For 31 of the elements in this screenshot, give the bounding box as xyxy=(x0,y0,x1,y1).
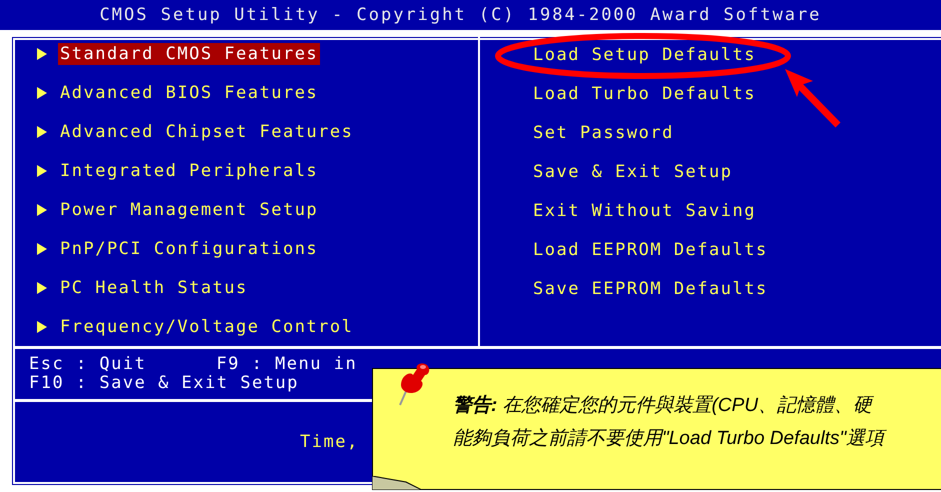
menu-item[interactable]: Save & Exit Setup xyxy=(531,160,734,182)
arrow-icon xyxy=(37,126,47,138)
title-bar: CMOS Setup Utility - Copyright (C) 1984-2000 Award Software xyxy=(0,0,941,30)
arrow-icon xyxy=(37,165,47,178)
menu-item[interactable]: Load Turbo Defaults xyxy=(531,82,758,104)
arrow-icon xyxy=(37,242,47,255)
menu-item[interactable]: Set Password xyxy=(531,122,676,144)
menu-item[interactable]: Exit Without Saving xyxy=(531,200,758,222)
status-text: Time, xyxy=(300,432,359,452)
menu-item[interactable]: PnP/PCI Configurations xyxy=(58,238,320,260)
annotation-arrow xyxy=(785,69,840,128)
menu-item[interactable]: Standard CMOS Features xyxy=(58,43,320,66)
menu-item[interactable]: Save EEPROM Defaults xyxy=(531,278,770,300)
menu-item[interactable]: Frequency/Voltage Control xyxy=(58,316,356,338)
note-text: 警告: 在您確定您的元件與裝置(CPU、記憶體、硬 xyxy=(453,394,875,418)
menu-item[interactable]: Integrated Peripherals xyxy=(58,160,320,182)
menu-item[interactable]: PC Health Status xyxy=(58,276,250,299)
menu-item[interactable]: Advanced BIOS Features xyxy=(58,82,320,104)
arrow-icon xyxy=(37,320,47,333)
menu-item[interactable]: Power Management Setup xyxy=(58,198,320,221)
key-hint: Esc : Quit xyxy=(29,355,146,374)
menu-item[interactable]: Load Setup Defaults xyxy=(531,44,758,66)
note-text: 能夠負荷之前請不要使用"Load Turbo Defaults"選項 xyxy=(453,422,941,455)
key-hint: F9 : Menu in xyxy=(216,355,358,374)
arrow-icon xyxy=(37,282,47,294)
arrow-icon xyxy=(37,204,47,216)
menu-item[interactable]: Advanced Chipset Features xyxy=(58,121,356,144)
arrow-icon xyxy=(37,87,47,100)
menu-item[interactable]: Load EEPROM Defaults xyxy=(531,238,770,260)
arrow-icon xyxy=(37,48,47,60)
key-hint: F10 : Save & Exit Setup xyxy=(29,374,299,393)
